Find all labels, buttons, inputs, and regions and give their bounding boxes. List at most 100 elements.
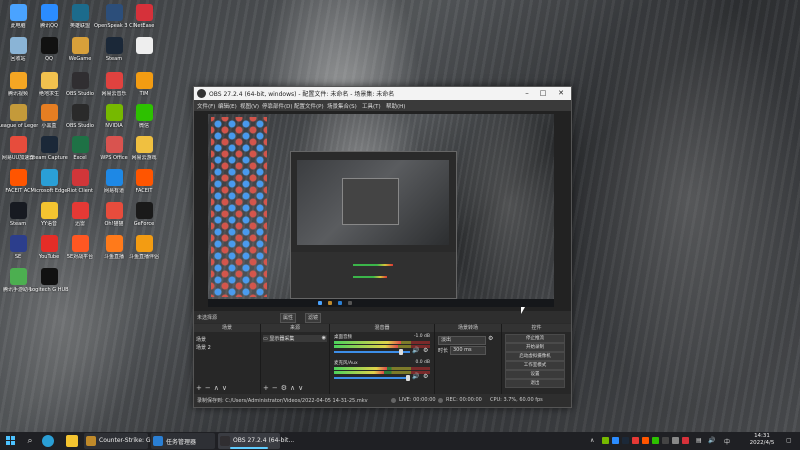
rec-time: REC: 00:00:00 [446,397,482,403]
desktop-icon-grid: 此电脑腾讯QQ英雄联盟OpenSpeak 3 ClientNetEase回收站Q… [0,0,159,430]
app-icon [106,37,123,54]
taskbar-app-button[interactable]: OBS 27.2.4 (64-bit... [218,433,294,449]
app-icon [41,37,58,54]
menu-tools[interactable]: 工具(T) [362,102,381,110]
volume-slider[interactable] [334,349,410,355]
desktop-icon-label: Logitech G HUB [29,287,69,293]
gear-icon[interactable]: ⚙ [488,335,493,342]
desktop-icon[interactable]: 斗鱼直播 [98,233,130,271]
steam-tray-icon[interactable] [622,437,629,444]
audio-level-fill [334,367,387,370]
app-icon [86,436,96,446]
nvidia-tray-icon[interactable] [602,437,609,444]
preview-taskbar-icon [348,301,352,305]
network-icon[interactable]: ▤ [696,437,702,444]
gear-icon[interactable]: ⚙ [423,373,428,380]
obs-title-bar[interactable]: OBS 27.2.4 (64-bit, windows) - 配置文件: 未命名… [194,87,571,100]
app-icon [41,104,58,121]
settings-button[interactable]: 设置 [505,370,565,379]
input-language[interactable]: 中 [724,437,730,446]
chevron-up-icon[interactable]: ∧ [590,437,594,444]
desktop-icon[interactable]: 腾讯手游助手 [2,266,34,304]
preview-canvas[interactable] [208,114,554,307]
recording-path-text: 录制保存到: C:/Users/Administrator/Videos/202… [197,398,368,404]
clock-time: 14:31 [754,433,770,439]
transition-type-select[interactable]: 淡出 [438,336,486,345]
app-icon [10,4,27,21]
volume-slider[interactable] [334,375,410,381]
desktop-icon[interactable]: Logitech G HUB [29,266,69,304]
source-item[interactable]: ▭ 显示器采集 ◉ [263,335,327,342]
qq-tray-icon[interactable] [612,437,619,444]
volume-icon[interactable]: 🔊 [708,437,715,444]
taskbar-app-button[interactable]: 任务管理器 [151,433,215,449]
app-icon [153,436,163,446]
duration-label: 时长 [438,348,449,354]
mixer-channel-db: -1.0 dB [413,334,430,339]
scene-item[interactable]: 场景 [196,336,206,343]
app-icon [10,37,27,54]
faceit-tray-icon[interactable] [642,437,649,444]
filters-button[interactable]: 滤镜 [305,313,322,323]
app-icon [10,104,27,121]
mixer-channel-name: 桌面音频 [334,335,352,340]
scenes-dock-toolbar[interactable]: +−∧∨ [196,384,230,392]
gear-icon[interactable]: ⚙ [423,347,428,354]
notification-icon[interactable]: ▢ [786,437,792,444]
desktop-icon[interactable] [128,35,160,73]
menu-edit[interactable]: 编辑(E) [218,102,237,110]
duration-field[interactable]: 300 ms [450,346,486,355]
visibility-eye-icon[interactable]: ◉ [322,335,326,341]
volume-slider-knob[interactable] [398,349,403,355]
menu-scene-collection[interactable]: 场景集合(S) [327,102,357,110]
desktop-icon-label: FACEIT [135,188,153,194]
properties-button[interactable]: 属性 [280,313,297,323]
taskbar-app-label: 任务管理器 [166,439,197,446]
file-explorer-icon[interactable] [66,435,78,447]
scene-item[interactable]: 场景 2 [196,344,211,351]
minimize-button[interactable]: – [519,87,535,100]
app-icon [72,72,89,89]
nested-sub-preview [342,178,399,225]
start-virtual-camera-button[interactable]: 启动虚拟摄像机 [505,352,565,361]
obs-window[interactable]: OBS 27.2.4 (64-bit, windows) - 配置文件: 未命名… [193,86,572,408]
search-icon[interactable]: ⌕ [24,435,36,447]
tray-app-icon[interactable] [672,437,679,444]
exit-button[interactable]: 退出 [505,379,565,388]
menu-file[interactable]: 文件(F) [197,102,215,110]
audio-level-fill [334,341,402,344]
speaker-icon[interactable]: 🔊 [412,373,419,380]
desktop-icon[interactable]: 5E对战平台 [64,233,96,271]
menu-help[interactable]: 帮助(H) [386,102,405,110]
start-button[interactable] [6,436,16,446]
desktop-icon[interactable]: 斗鱼直播伴侣 [128,233,160,271]
obs-tray-icon[interactable] [662,437,669,444]
desktop-icon[interactable]: QQ [33,35,65,73]
stop-streaming-button[interactable]: 停止推流 [505,334,565,343]
desktop-icon[interactable]: 回收站 [2,35,34,73]
sources-dock-toolbar[interactable]: +−⚙∧∨ [263,384,306,392]
app-icon [136,104,153,121]
speaker-icon[interactable]: 🔊 [412,347,419,354]
desktop-icon[interactable]: WeGame [64,35,96,73]
menu-view[interactable]: 视图(V) [240,102,259,110]
close-button[interactable]: ✕ [553,87,569,100]
taskbar: ⌕ Counter-Strike: Gl... 任务管理器 OBS 27.2.4 (… [0,432,800,450]
preview-desktop-icons [211,117,267,297]
menu-docks[interactable]: 停靠部件(D) [262,102,293,110]
obs-status-bar: 录制保存到: C:/Users/Administrator/Videos/202… [194,394,571,407]
edge-icon[interactable] [42,435,54,447]
menu-profile[interactable]: 配置文件(P) [294,102,324,110]
maximize-button[interactable]: □ [535,87,551,100]
start-recording-button[interactable]: 开始录制 [505,343,565,352]
taskbar-app-button[interactable]: Counter-Strike: Gl... [84,433,158,449]
mixer-channel-mic: 麦克风/Aux 0.0 dB 🔊 ⚙ [332,360,432,387]
studio-mode-button[interactable]: 工作室模式 [505,361,565,370]
clock[interactable]: 14:31 2022/4/5 [746,433,778,447]
desktop-icon[interactable]: Steam [98,35,130,73]
rec-indicator-icon [438,398,443,403]
wechat-tray-icon[interactable] [652,437,659,444]
tray-app-icon[interactable] [632,437,639,444]
tray-app-icon[interactable] [682,437,689,444]
volume-slider-knob[interactable] [406,375,410,381]
